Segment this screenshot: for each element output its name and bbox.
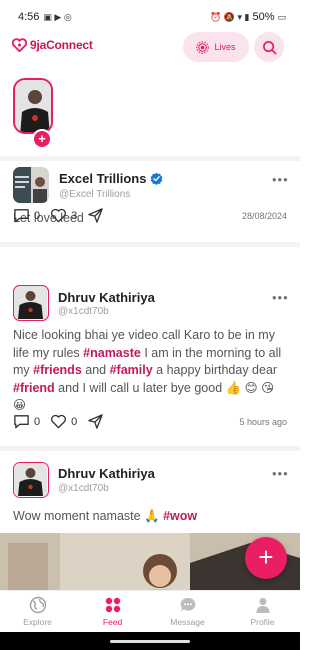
status-left: 4:56 ▣ ▶ ◎	[18, 11, 72, 23]
post-text-segment: Wow moment namaste 🙏	[13, 509, 164, 523]
hashtag-link[interactable]: #namaste	[83, 346, 141, 360]
share-button[interactable]	[87, 207, 104, 224]
like-button[interactable]: 0	[50, 413, 77, 430]
more-options-icon[interactable]: •••	[272, 172, 289, 187]
app-logo[interactable]: 9jaConnect	[12, 38, 93, 52]
post-text: Nice looking bhai ye video call Karo to …	[13, 327, 289, 415]
create-post-button[interactable]: +	[245, 537, 287, 579]
post-author-name: Dhruv Kathiriya	[58, 290, 155, 305]
nav-profile-label: Profile	[250, 617, 275, 627]
post-text-segment: a happy birthday dear	[152, 363, 278, 377]
nav-profile[interactable]: Profile	[225, 591, 300, 632]
post-text-segment: and	[81, 363, 110, 377]
nav-explore[interactable]: Explore	[0, 591, 75, 632]
nav-feed[interactable]: Feed	[75, 591, 150, 632]
dhruv-avatar-image	[14, 463, 47, 496]
hashtag-link[interactable]: #wow	[163, 509, 197, 523]
gesture-handle[interactable]	[110, 640, 190, 643]
heart-logo-icon	[12, 38, 27, 52]
post-1-actions-populated: 0 3	[13, 207, 108, 224]
nav-message-label: Message	[170, 617, 205, 627]
more-options-icon[interactable]: •••	[272, 290, 289, 305]
hashtag-link[interactable]: #friends	[33, 363, 82, 377]
system-icons: ⏰ 🔕 ▾ ▮	[210, 11, 250, 22]
clock: 4:56	[18, 11, 40, 23]
post-handle: @x1cdt70b	[58, 483, 109, 494]
bottom-navigation: Explore Feed Message Profile	[0, 590, 300, 632]
battery-level: 50%	[252, 11, 275, 23]
system-navigation-bar	[0, 632, 300, 650]
post-text: Wow moment namaste 🙏 #wow	[13, 508, 289, 526]
post-author[interactable]: Dhruv Kathiriya	[58, 466, 155, 481]
chat-icon	[180, 597, 195, 612]
post-handle: @Excel Trillions	[59, 189, 131, 200]
grid-icon	[105, 597, 120, 613]
status-bar: 4:56 ▣ ▶ ◎ ⏰ 🔕 ▾ ▮ 50% ▭	[0, 0, 300, 34]
dhruv-avatar-image	[14, 286, 47, 319]
app-name: 9jaConnect	[30, 38, 93, 52]
globe-icon	[29, 596, 46, 614]
status-right: ⏰ 🔕 ▾ ▮ 50% ▭	[210, 11, 286, 23]
post-author-name: Excel Trillions	[59, 171, 147, 186]
heart-icon	[51, 414, 67, 429]
my-story[interactable]	[13, 78, 53, 134]
search-icon	[262, 40, 276, 54]
post-2-actions: 0 0	[13, 413, 108, 430]
like-count: 3	[71, 209, 78, 222]
search-button[interactable]	[254, 32, 284, 62]
post-avatar[interactable]	[13, 167, 49, 203]
hashtag-link[interactable]: #friend	[13, 381, 55, 395]
add-story-button[interactable]: +	[32, 129, 52, 149]
comment-count: 0	[34, 209, 41, 222]
nav-feed-label: Feed	[102, 617, 123, 627]
comment-button[interactable]: 0	[13, 413, 40, 430]
post-author[interactable]: Dhruv Kathiriya	[58, 290, 155, 305]
story-avatar-image	[15, 80, 51, 132]
lives-label: Lives	[214, 42, 236, 52]
post-2-avatar[interactable]	[13, 285, 49, 321]
nav-explore-label: Explore	[23, 617, 52, 627]
send-icon	[88, 414, 104, 429]
send-icon	[88, 208, 104, 223]
lives-button[interactable]: Lives	[183, 32, 249, 62]
comment-count: 0	[34, 415, 41, 428]
section-divider	[0, 446, 300, 451]
section-divider	[0, 242, 300, 247]
nav-message[interactable]: Message	[150, 591, 225, 632]
section-divider	[0, 156, 300, 161]
battery-icon: ▭	[277, 11, 286, 22]
comment-icon	[14, 209, 29, 223]
share-button[interactable]	[87, 413, 104, 430]
comment-icon	[14, 415, 29, 429]
post-handle: @x1cdt70b	[58, 306, 109, 317]
person-icon	[256, 597, 269, 613]
post-3-avatar[interactable]	[13, 462, 49, 498]
post-author[interactable]: Excel Trillions	[59, 171, 163, 186]
excel-trillions-avatar-image	[13, 167, 49, 203]
app-header: 9jaConnect Lives	[0, 30, 300, 64]
comment-button[interactable]: 0	[13, 207, 40, 224]
post-time: 5 hours ago	[239, 417, 287, 427]
more-options-icon[interactable]: •••	[272, 466, 289, 481]
verified-badge-icon	[151, 172, 163, 185]
hashtag-link[interactable]: #family	[110, 363, 153, 377]
notification-icons: ▣ ▶ ◎	[43, 11, 72, 22]
like-button[interactable]: 3	[50, 207, 77, 224]
live-broadcast-icon	[196, 40, 210, 54]
like-count: 0	[71, 415, 78, 428]
heart-icon	[51, 208, 67, 223]
post-date: 28/08/2024	[241, 211, 287, 221]
post-author-name: Dhruv Kathiriya	[58, 466, 155, 481]
